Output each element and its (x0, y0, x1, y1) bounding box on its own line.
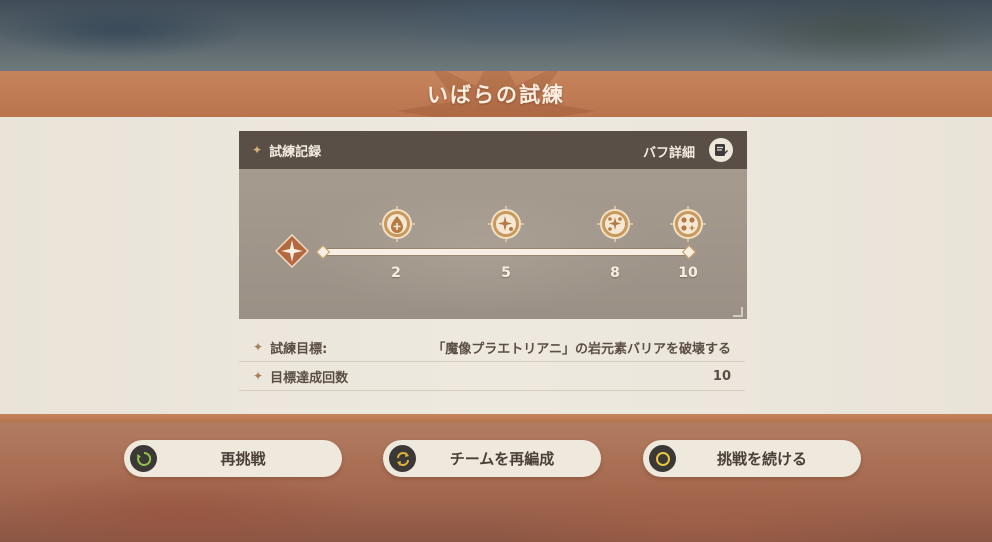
sparkle-icon: ✦ (252, 143, 263, 157)
count-label: 目標達成回数 (270, 370, 349, 386)
title-bar: いばらの試練 (0, 71, 992, 117)
progress-track (323, 249, 689, 255)
objective-value: 「魔像プラエトリアニ」の岩元素バリアを破壊する (432, 341, 731, 357)
milestone-label-8: 8 (610, 265, 620, 281)
objective-label: 試練目標: (270, 341, 328, 357)
background-top (0, 0, 992, 72)
screen-title: いばらの試練 (427, 83, 565, 107)
circle-icon (649, 445, 676, 472)
record-header: ✦ 試練記録 バフ詳細 (239, 131, 747, 169)
card-corner-mark (733, 307, 743, 317)
star-spark-icon[interactable] (488, 206, 524, 242)
buff-detail-label[interactable]: バフ詳細 (643, 142, 695, 161)
panel-bottom-edge (0, 414, 992, 422)
retry-button[interactable]: 再挑戦 (124, 440, 342, 477)
sparkle-icon: ✦ (253, 340, 264, 354)
sparkle-icon: ✦ (253, 369, 264, 383)
milestone-label-5: 5 (501, 265, 511, 281)
buff-detail-button[interactable] (709, 138, 733, 162)
milestone-label-10: 10 (678, 265, 698, 281)
start-node-icon (275, 234, 309, 268)
record-body (239, 169, 747, 319)
milestone-label-2: 2 (391, 265, 401, 281)
document-edit-icon (715, 144, 728, 156)
achievement-count-row: ✦ 目標達成回数 10 (239, 362, 745, 391)
retry-icon (130, 445, 157, 472)
swap-icon (389, 445, 416, 472)
record-title: 試練記録 (269, 144, 322, 160)
count-value: 10 (712, 368, 731, 384)
cluster-spark-icon[interactable] (597, 206, 633, 242)
multi-orb-icon[interactable] (670, 206, 706, 242)
objective-row: ✦ 試練目標: 「魔像プラエトリアニ」の岩元素バリアを破壊する (239, 333, 745, 362)
healing-drop-icon[interactable] (379, 206, 415, 242)
reform-team-button[interactable]: チームを再編成 (383, 440, 601, 477)
continue-button[interactable]: 挑戦を続ける (643, 440, 861, 477)
